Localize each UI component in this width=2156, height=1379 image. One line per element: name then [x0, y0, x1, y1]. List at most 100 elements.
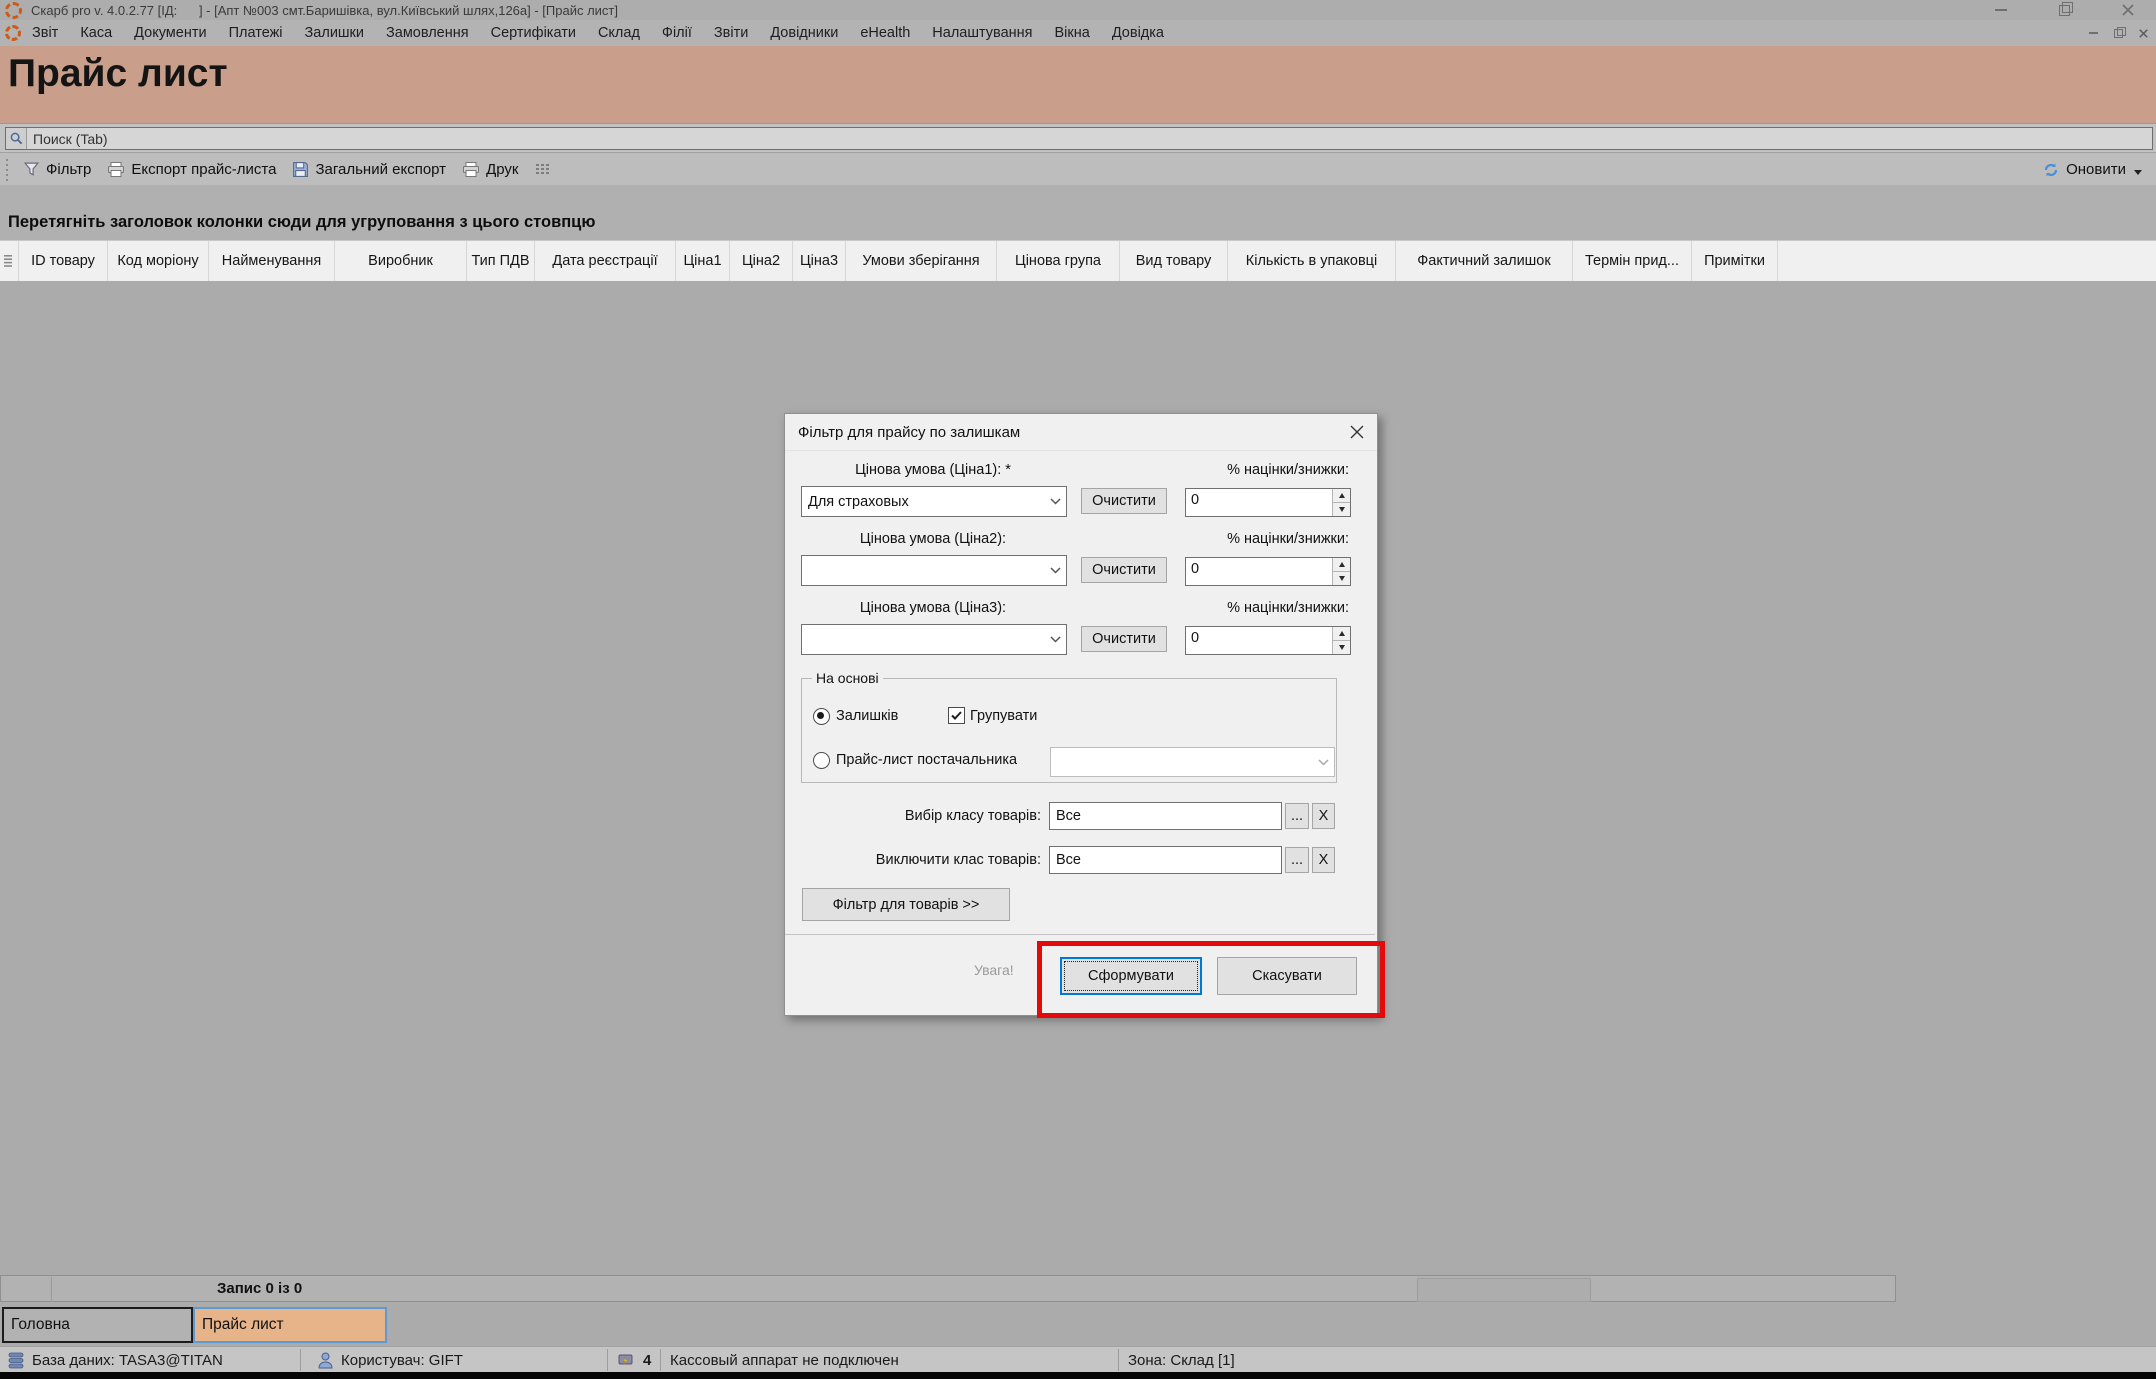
- stock-radio[interactable]: [813, 708, 830, 725]
- cash-status-label: Кассовый аппарат не подключен: [670, 1352, 899, 1369]
- class-select-field[interactable]: Все: [1049, 802, 1282, 830]
- pct1-spinner[interactable]: 0: [1185, 488, 1351, 517]
- column-header-pack-qty[interactable]: Кількість в упаковці: [1228, 241, 1396, 281]
- chevron-down-icon: [1044, 498, 1066, 505]
- clear3-button[interactable]: Очистити: [1081, 626, 1167, 652]
- column-header-price2[interactable]: Ціна2: [730, 241, 793, 281]
- mdi-restore-icon[interactable]: [2114, 29, 2123, 38]
- tab-holovna[interactable]: Головна: [2, 1307, 193, 1343]
- column-header-morion-code[interactable]: Код моріону: [108, 241, 209, 281]
- class-exclude-more-button[interactable]: ...: [1285, 847, 1309, 873]
- price1-label: Цінова умова (Ціна1): *: [801, 462, 1065, 478]
- price3-combobox[interactable]: [801, 624, 1067, 655]
- mdi-close-icon[interactable]: [2139, 29, 2148, 38]
- menu-zamovlennia[interactable]: Замовлення: [375, 25, 480, 41]
- export-price-button[interactable]: Експорт прайс-листа: [99, 158, 284, 181]
- spin-down-icon[interactable]: [1333, 641, 1350, 654]
- user-label: Користувач: GIFT: [341, 1352, 463, 1369]
- menu-filii[interactable]: Філії: [651, 25, 703, 41]
- column-header-vat-type[interactable]: Тип ПДВ: [467, 241, 535, 281]
- spin-down-icon[interactable]: [1333, 503, 1350, 516]
- menu-dokumenty[interactable]: Документи: [123, 25, 217, 41]
- refresh-dropdown-icon[interactable]: [2134, 170, 2142, 175]
- spin-up-icon[interactable]: [1333, 558, 1350, 572]
- goods-filter-button[interactable]: Фільтр для товарів >>: [802, 888, 1010, 921]
- menu-zalyshky[interactable]: Залишки: [294, 25, 375, 41]
- menu-kasa[interactable]: Каса: [69, 25, 123, 41]
- supplier-combobox[interactable]: [1050, 747, 1335, 777]
- pct3-spinner[interactable]: 0: [1185, 626, 1351, 655]
- class-select-more-button[interactable]: ...: [1285, 803, 1309, 829]
- user-icon: [318, 1352, 333, 1369]
- restore-icon[interactable]: [2059, 5, 2070, 16]
- cash-count-label: 4: [643, 1352, 651, 1369]
- group-checkbox-label[interactable]: Групувати: [970, 708, 1037, 724]
- minimize-icon[interactable]: [1995, 9, 2007, 11]
- class-exclude-clear-button[interactable]: X: [1312, 847, 1335, 873]
- column-header-price-group[interactable]: Цінова група: [997, 241, 1120, 281]
- column-header-goods-type[interactable]: Вид товару: [1120, 241, 1228, 281]
- print-button[interactable]: Друк: [454, 158, 526, 181]
- spin-up-icon[interactable]: [1333, 627, 1350, 641]
- search-box: [5, 127, 2153, 150]
- dialog-titlebar[interactable]: Фільтр для прайсу по залишкам: [785, 414, 1377, 451]
- stock-radio-label[interactable]: Залишків: [836, 708, 898, 724]
- group-by-bar[interactable]: Перетягніть заголовок колонки сюди для у…: [0, 185, 2156, 240]
- price1-combobox[interactable]: Для страховых: [801, 486, 1067, 517]
- filter-label: Фільтр: [46, 161, 91, 178]
- toolbar-grip[interactable]: [4, 159, 9, 181]
- menu-sklad[interactable]: Склад: [587, 25, 651, 41]
- column-header-reg-date[interactable]: Дата реєстрації: [535, 241, 676, 281]
- chevron-down-icon: [1312, 759, 1334, 766]
- menu-sertyfikaty[interactable]: Сертифікати: [480, 25, 587, 41]
- supplier-radio-label[interactable]: Прайс-лист постачальника: [836, 752, 1017, 768]
- column-header-id[interactable]: ID товару: [19, 241, 108, 281]
- column-header-price3[interactable]: Ціна3: [793, 241, 846, 281]
- class-select-clear-button[interactable]: X: [1312, 803, 1335, 829]
- window-titlebar: Скарб pro v. 4.0.2.77 [ІД: ] - [Апт №003…: [0, 0, 2156, 20]
- menu-zvity[interactable]: Звіти: [703, 25, 759, 41]
- general-export-button[interactable]: Загальний експорт: [284, 158, 454, 181]
- price2-combobox[interactable]: [801, 555, 1067, 586]
- menu-zvit[interactable]: Звіт: [21, 25, 69, 41]
- column-header-manufacturer[interactable]: Виробник: [335, 241, 467, 281]
- column-header-price1[interactable]: Ціна1: [676, 241, 730, 281]
- spin-up-icon[interactable]: [1333, 489, 1350, 503]
- record-panel-segment: [1417, 1278, 1591, 1302]
- pct3-label: % націнки/знижки:: [1121, 600, 1349, 616]
- pct2-label: % націнки/знижки:: [1121, 531, 1349, 547]
- spin-down-icon[interactable]: [1333, 572, 1350, 585]
- menu-dovidka[interactable]: Довідка: [1101, 25, 1175, 41]
- tab-price-list[interactable]: Прайс лист: [193, 1307, 387, 1343]
- columns-icon: [534, 162, 550, 178]
- record-panel-divider: [51, 1277, 52, 1302]
- menu-dovidnyky[interactable]: Довідники: [759, 25, 849, 41]
- submit-button[interactable]: Сформувати: [1060, 957, 1202, 995]
- mdi-minimize-icon[interactable]: [2089, 32, 2098, 34]
- supplier-radio[interactable]: [813, 752, 830, 769]
- column-header-name[interactable]: Найменування: [209, 241, 335, 281]
- pct2-spinner[interactable]: 0: [1185, 557, 1351, 586]
- menu-ehealth[interactable]: eHealth: [849, 25, 921, 41]
- filter-button[interactable]: Фільтр: [15, 158, 99, 181]
- clear2-button[interactable]: Очистити: [1081, 557, 1167, 583]
- menu-nalashtuvannia[interactable]: Налаштування: [921, 25, 1043, 41]
- price1-value: Для страховых: [802, 494, 1044, 510]
- clear1-button[interactable]: Очистити: [1081, 488, 1167, 514]
- cancel-button[interactable]: Скасувати: [1217, 957, 1357, 995]
- grid-column-headers: ID товару Код моріону Найменування Вироб…: [0, 240, 2156, 282]
- columns-button[interactable]: [526, 159, 558, 181]
- class-exclude-field[interactable]: Все: [1049, 846, 1282, 874]
- group-checkbox[interactable]: [948, 707, 965, 724]
- column-header-actual-stock[interactable]: Фактичний залишок: [1396, 241, 1573, 281]
- menu-platezhi[interactable]: Платежі: [218, 25, 294, 41]
- column-header-storage[interactable]: Умови зберігання: [846, 241, 997, 281]
- dialog-close-icon[interactable]: [1347, 422, 1367, 442]
- search-input[interactable]: [27, 131, 2152, 147]
- close-icon[interactable]: [2122, 4, 2134, 16]
- column-header-shelf-life[interactable]: Термін прид...: [1573, 241, 1692, 281]
- refresh-button[interactable]: Оновити: [2034, 158, 2134, 182]
- menu-vikna[interactable]: Вікна: [1044, 25, 1101, 41]
- row-selector-icon[interactable]: [0, 241, 19, 281]
- column-header-notes[interactable]: Примітки: [1692, 241, 1778, 281]
